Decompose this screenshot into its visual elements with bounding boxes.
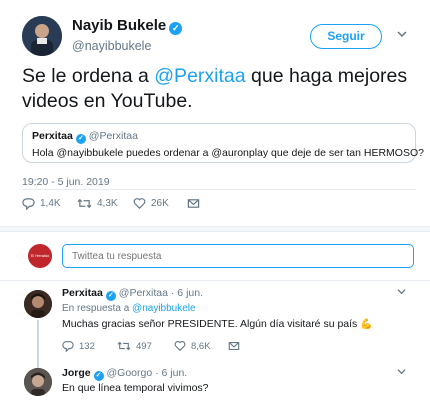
author-handle[interactable]: @nayibbukele: [72, 39, 151, 53]
retweet-count: 4,3K: [97, 198, 118, 209]
flexed-biceps-emoji: 💪: [360, 319, 373, 330]
quoted-author-name: Perxitaa: [32, 130, 73, 142]
chevron-down-icon[interactable]: [397, 367, 406, 379]
reply-text: Muchas gracias señor PRESIDENTE. Algún d…: [62, 318, 373, 330]
composer-avatar: El Heraldo: [28, 244, 52, 268]
reply-input[interactable]: [62, 244, 414, 268]
direct-message-button[interactable]: [228, 340, 245, 352]
reply-text: En que línea temporal vivimos?: [62, 382, 209, 394]
reply-header: Perxitaa ✓ @Perxitaa · 6 jun.: [62, 287, 203, 301]
like-button[interactable]: 8,6K: [174, 340, 211, 352]
author-name-text[interactable]: Nayib Bukele: [72, 17, 166, 34]
like-count: 8,6K: [191, 340, 211, 352]
in-reply-to: En respuesta a @nayibbukele: [62, 303, 196, 314]
reply-count: 132: [79, 340, 95, 352]
reply-author-name[interactable]: Jorge: [62, 367, 91, 379]
verified-badge-icon: ✓: [93, 371, 104, 381]
reply-icon: [62, 341, 74, 352]
author-name[interactable]: Nayib Bukele ✓: [72, 17, 183, 35]
heart-icon: [133, 198, 146, 209]
tweet-text-part: Se le ordena a: [22, 65, 155, 87]
reply-button[interactable]: 1,4K: [22, 197, 61, 210]
reply-author-avatar[interactable]: [24, 290, 52, 318]
direct-message-icon: [187, 199, 200, 208]
verified-badge-icon: ✓: [105, 291, 116, 301]
reply-author-avatar[interactable]: [24, 368, 52, 396]
direct-message-icon: [228, 342, 240, 350]
reply-icon: [22, 198, 35, 210]
divider: [22, 189, 416, 190]
thread-connector: [37, 320, 39, 368]
tweet-text: Se le ordena a @Perxitaa que haga mejore…: [22, 64, 417, 114]
composer-avatar-text: El Heraldo: [30, 253, 50, 258]
verified-badge-icon: ✓: [169, 22, 183, 35]
retweet-button[interactable]: 497: [117, 340, 152, 352]
direct-message-button[interactable]: [187, 197, 205, 210]
reply-text-body: Muchas gracias señor PRESIDENTE. Algún d…: [62, 318, 358, 330]
reply-count: 1,4K: [40, 198, 61, 209]
section-divider: [0, 226, 430, 232]
quoted-author-handle: @Perxitaa: [88, 130, 138, 142]
reply-button[interactable]: 132: [62, 340, 95, 352]
reply-handle-date[interactable]: @Perxitaa · 6 jun.: [119, 287, 203, 299]
retweet-icon: [117, 341, 131, 351]
chevron-down-icon[interactable]: [397, 28, 407, 42]
retweet-button[interactable]: 4,3K: [77, 197, 118, 210]
retweet-icon: [77, 198, 92, 209]
retweet-count: 497: [136, 340, 152, 352]
reply-header: Jorge ✓ @Goorgo · 6 jun.: [62, 367, 187, 381]
author-avatar[interactable]: [22, 16, 62, 56]
tweet-mention-link[interactable]: @Perxitaa: [154, 65, 245, 87]
tweet-timestamp[interactable]: 19:20 - 5 jun. 2019: [22, 176, 110, 188]
divider: [0, 280, 430, 281]
reply-author-name[interactable]: Perxitaa: [62, 287, 103, 299]
chevron-down-icon[interactable]: [397, 287, 406, 299]
quoted-tweet-header: Perxitaa ✓ @Perxitaa: [32, 130, 138, 144]
in-reply-prefix: En respuesta a: [62, 303, 133, 314]
heart-icon: [174, 340, 186, 352]
like-count: 26K: [151, 198, 169, 209]
in-reply-mention-link[interactable]: @nayibbukele: [132, 303, 196, 314]
quoted-tweet-text: Hola @nayibbukele puedes ordenar a @auro…: [32, 147, 424, 159]
follow-button[interactable]: Seguir: [310, 24, 382, 49]
verified-badge-icon: ✓: [75, 134, 86, 144]
like-button[interactable]: 26K: [133, 197, 169, 210]
reply-handle-date[interactable]: @Goorgo · 6 jun.: [107, 367, 188, 379]
